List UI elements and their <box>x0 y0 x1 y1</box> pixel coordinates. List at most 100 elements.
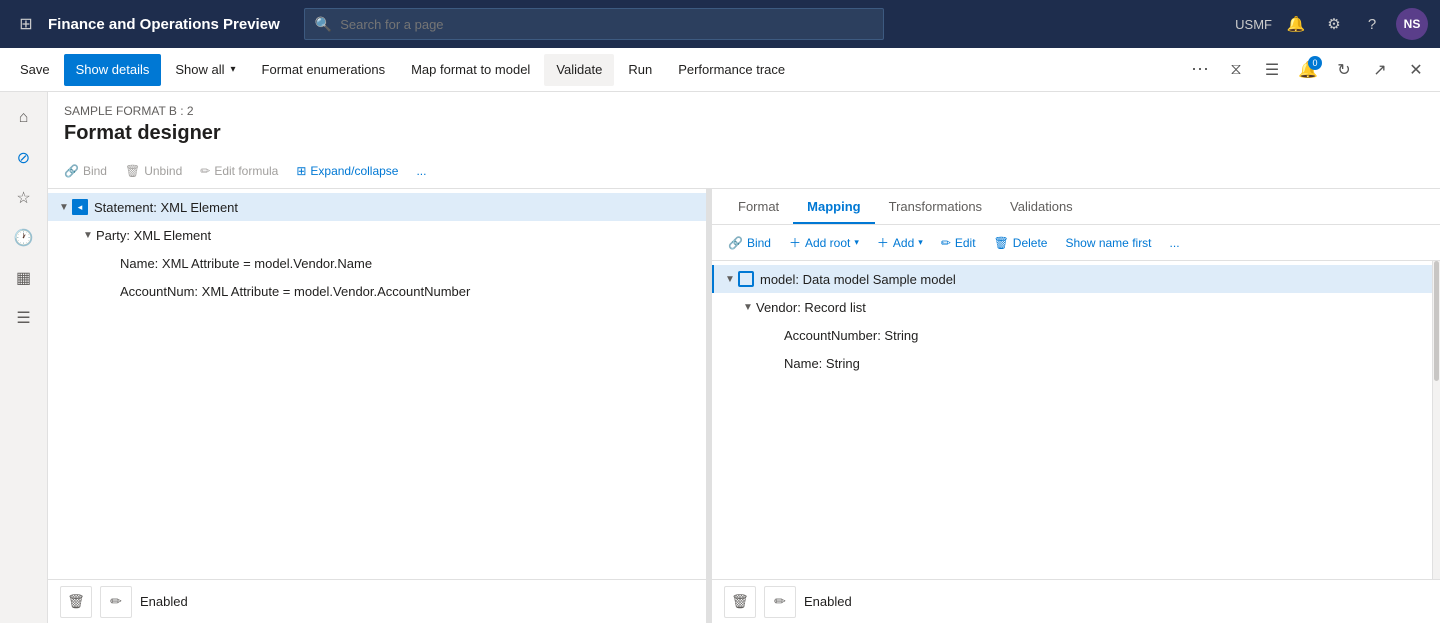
sidebar-home-icon[interactable]: ⌂ <box>6 100 42 136</box>
tree-toggle-statement[interactable]: ▼ <box>56 199 72 215</box>
refresh-button[interactable]: ↻ <box>1328 54 1360 86</box>
edit-format-button[interactable]: ✏ <box>100 586 132 618</box>
mapping-bind-icon: 🔗 <box>728 236 743 250</box>
tree-item-accountnum[interactable]: AccountNum: XML Attribute = model.Vendor… <box>48 277 706 305</box>
map-label-vendor: Vendor: Record list <box>756 300 866 315</box>
expand-collapse-button[interactable]: ⊞ Expand/collapse <box>288 157 406 185</box>
badge-button[interactable]: 🔔 0 <box>1292 54 1324 86</box>
format-status: Enabled <box>140 594 188 609</box>
show-all-button[interactable]: Show all ▾ <box>163 54 247 86</box>
add-root-icon: ＋ <box>789 234 801 251</box>
map-toggle-vendor[interactable]: ▼ <box>740 299 756 315</box>
map-item-name-string[interactable]: Name: String <box>712 349 1432 377</box>
tab-transformations[interactable]: Transformations <box>875 190 996 224</box>
map-label-name-string: Name: String <box>784 356 860 371</box>
page-header: SAMPLE FORMAT B : 2 Format designer <box>48 92 1440 153</box>
map-item-vendor[interactable]: ▼ Vendor: Record list <box>712 293 1432 321</box>
tree-label-accountnum: AccountNum: XML Attribute = model.Vendor… <box>120 284 470 299</box>
external-link-button[interactable]: ↗ <box>1364 54 1396 86</box>
mapping-status: Enabled <box>804 594 852 609</box>
map-label-accountnumber: AccountNumber: String <box>784 328 918 343</box>
add-caret-icon: ▾ <box>918 237 923 248</box>
save-button[interactable]: Save <box>8 54 62 86</box>
more-options-button[interactable]: ⋯ <box>1184 54 1216 86</box>
tab-mapping[interactable]: Mapping <box>793 190 874 224</box>
map-format-to-model-button[interactable]: Map format to model <box>399 54 542 86</box>
sidebar-grid-icon[interactable]: ▦ <box>6 260 42 296</box>
mapping-content: ▼ model: Data model Sample model ▼ Vendo… <box>712 261 1440 579</box>
tab-validations[interactable]: Validations <box>996 190 1087 224</box>
run-button[interactable]: Run <box>616 54 664 86</box>
main-layout: ⌂ ⊘ ☆ 🕐 ▦ ☰ SAMPLE FORMAT B : 2 Format d… <box>0 92 1440 623</box>
notification-icon[interactable]: 🔔 <box>1282 10 1310 38</box>
tab-bar: Format Mapping Transformations Validatio… <box>712 189 1440 225</box>
add-button[interactable]: ＋ Add ▾ <box>869 229 931 257</box>
search-bar[interactable]: 🔍 <box>304 8 884 40</box>
content-area: SAMPLE FORMAT B : 2 Format designer 🔗 Bi… <box>48 92 1440 623</box>
map-toggle-model[interactable]: ▼ <box>722 271 738 287</box>
connector-icon[interactable]: ⧖ <box>1220 54 1252 86</box>
search-input[interactable] <box>340 17 873 32</box>
topbar: ⊞ Finance and Operations Preview 🔍 USMF … <box>0 0 1440 48</box>
expand-icon: ⊞ <box>296 164 306 178</box>
sub-more-button[interactable]: ... <box>408 157 434 185</box>
unbind-button[interactable]: 🗑 Unbind <box>117 157 190 185</box>
mapping-bind-button[interactable]: 🔗 Bind <box>720 229 779 257</box>
add-icon: ＋ <box>877 234 889 251</box>
tree-item-statement[interactable]: ▼ ◂ Statement: XML Element <box>48 193 706 221</box>
sidebar-recent-icon[interactable]: 🕐 <box>6 220 42 256</box>
settings-icon[interactable]: ⚙ <box>1320 10 1348 38</box>
mapping-tree: ▼ model: Data model Sample model ▼ Vendo… <box>712 261 1432 579</box>
edit-formula-button[interactable]: ✏ Edit formula <box>192 157 286 185</box>
tree-toggle-party[interactable]: ▼ <box>80 227 96 243</box>
help-icon[interactable]: ? <box>1358 10 1386 38</box>
show-name-first-button[interactable]: Show name first <box>1057 229 1159 257</box>
show-details-button[interactable]: Show details <box>64 54 162 86</box>
app-title: Finance and Operations Preview <box>48 16 280 33</box>
topbar-right: USMF 🔔 ⚙ ? NS <box>1235 8 1428 40</box>
delete-format-button[interactable]: 🗑 <box>60 586 92 618</box>
panel-icon[interactable]: ☰ <box>1256 54 1288 86</box>
close-button[interactable]: ✕ <box>1400 54 1432 86</box>
map-item-accountnumber[interactable]: AccountNumber: String <box>712 321 1432 349</box>
sidebar-list-icon[interactable]: ☰ <box>6 300 42 336</box>
mapping-delete-button[interactable]: 🗑 <box>724 586 756 618</box>
tree-label-name: Name: XML Attribute = model.Vendor.Name <box>120 256 372 271</box>
search-icon: 🔍 <box>315 16 332 33</box>
show-all-label: Show all <box>175 62 224 77</box>
split-panel: ▼ ◂ Statement: XML Element ▼ Party: XML … <box>48 189 1440 623</box>
left-panel-bottom: 🗑 ✏ Enabled <box>48 579 706 623</box>
add-root-button[interactable]: ＋ Add root ▾ <box>781 229 867 257</box>
validate-button[interactable]: Validate <box>544 54 614 86</box>
delete-mapping-button[interactable]: 🗑 Delete <box>986 229 1056 257</box>
sidebar-filter-icon[interactable]: ⊘ <box>6 140 42 176</box>
map-toggle-name-string <box>768 355 784 371</box>
environment-label: USMF <box>1235 17 1272 32</box>
mapping-scrollbar[interactable] <box>1432 261 1440 579</box>
map-item-model[interactable]: ▼ model: Data model Sample model <box>712 265 1432 293</box>
format-enumerations-button[interactable]: Format enumerations <box>250 54 398 86</box>
mapping-toolbar: 🔗 Bind ＋ Add root ▾ ＋ Add ▾ ✏ <box>712 225 1440 261</box>
avatar[interactable]: NS <box>1396 8 1428 40</box>
tree-item-name[interactable]: Name: XML Attribute = model.Vendor.Name <box>48 249 706 277</box>
sidebar-star-icon[interactable]: ☆ <box>6 180 42 216</box>
tree-item-party[interactable]: ▼ Party: XML Element <box>48 221 706 249</box>
tree-label-party: Party: XML Element <box>96 228 211 243</box>
bind-button[interactable]: 🔗 Bind <box>56 157 115 185</box>
add-root-caret-icon: ▾ <box>854 237 859 248</box>
delete-mapping-icon: 🗑 <box>994 236 1009 250</box>
mapping-edit-button[interactable]: ✏ <box>764 586 796 618</box>
show-all-caret-icon: ▾ <box>231 64 236 75</box>
scrollbar-thumb <box>1434 261 1439 381</box>
performance-trace-button[interactable]: Performance trace <box>666 54 797 86</box>
grid-icon[interactable]: ⊞ <box>12 10 40 38</box>
mapping-more-button[interactable]: ... <box>1162 229 1188 257</box>
edit-mapping-button[interactable]: ✏ Edit <box>933 229 984 257</box>
toolbar-right-actions: ⋯ ⧖ ☰ 🔔 0 ↻ ↗ ✕ <box>1184 54 1432 86</box>
unbind-icon: 🗑 <box>125 164 140 178</box>
tree-label-statement: Statement: XML Element <box>94 200 238 215</box>
tab-format[interactable]: Format <box>724 190 793 224</box>
mapping-panel: Format Mapping Transformations Validatio… <box>712 189 1440 623</box>
breadcrumb: SAMPLE FORMAT B : 2 <box>64 104 1424 118</box>
sub-toolbar: 🔗 Bind 🗑 Unbind ✏ Edit formula ⊞ Expand/… <box>48 153 1440 189</box>
